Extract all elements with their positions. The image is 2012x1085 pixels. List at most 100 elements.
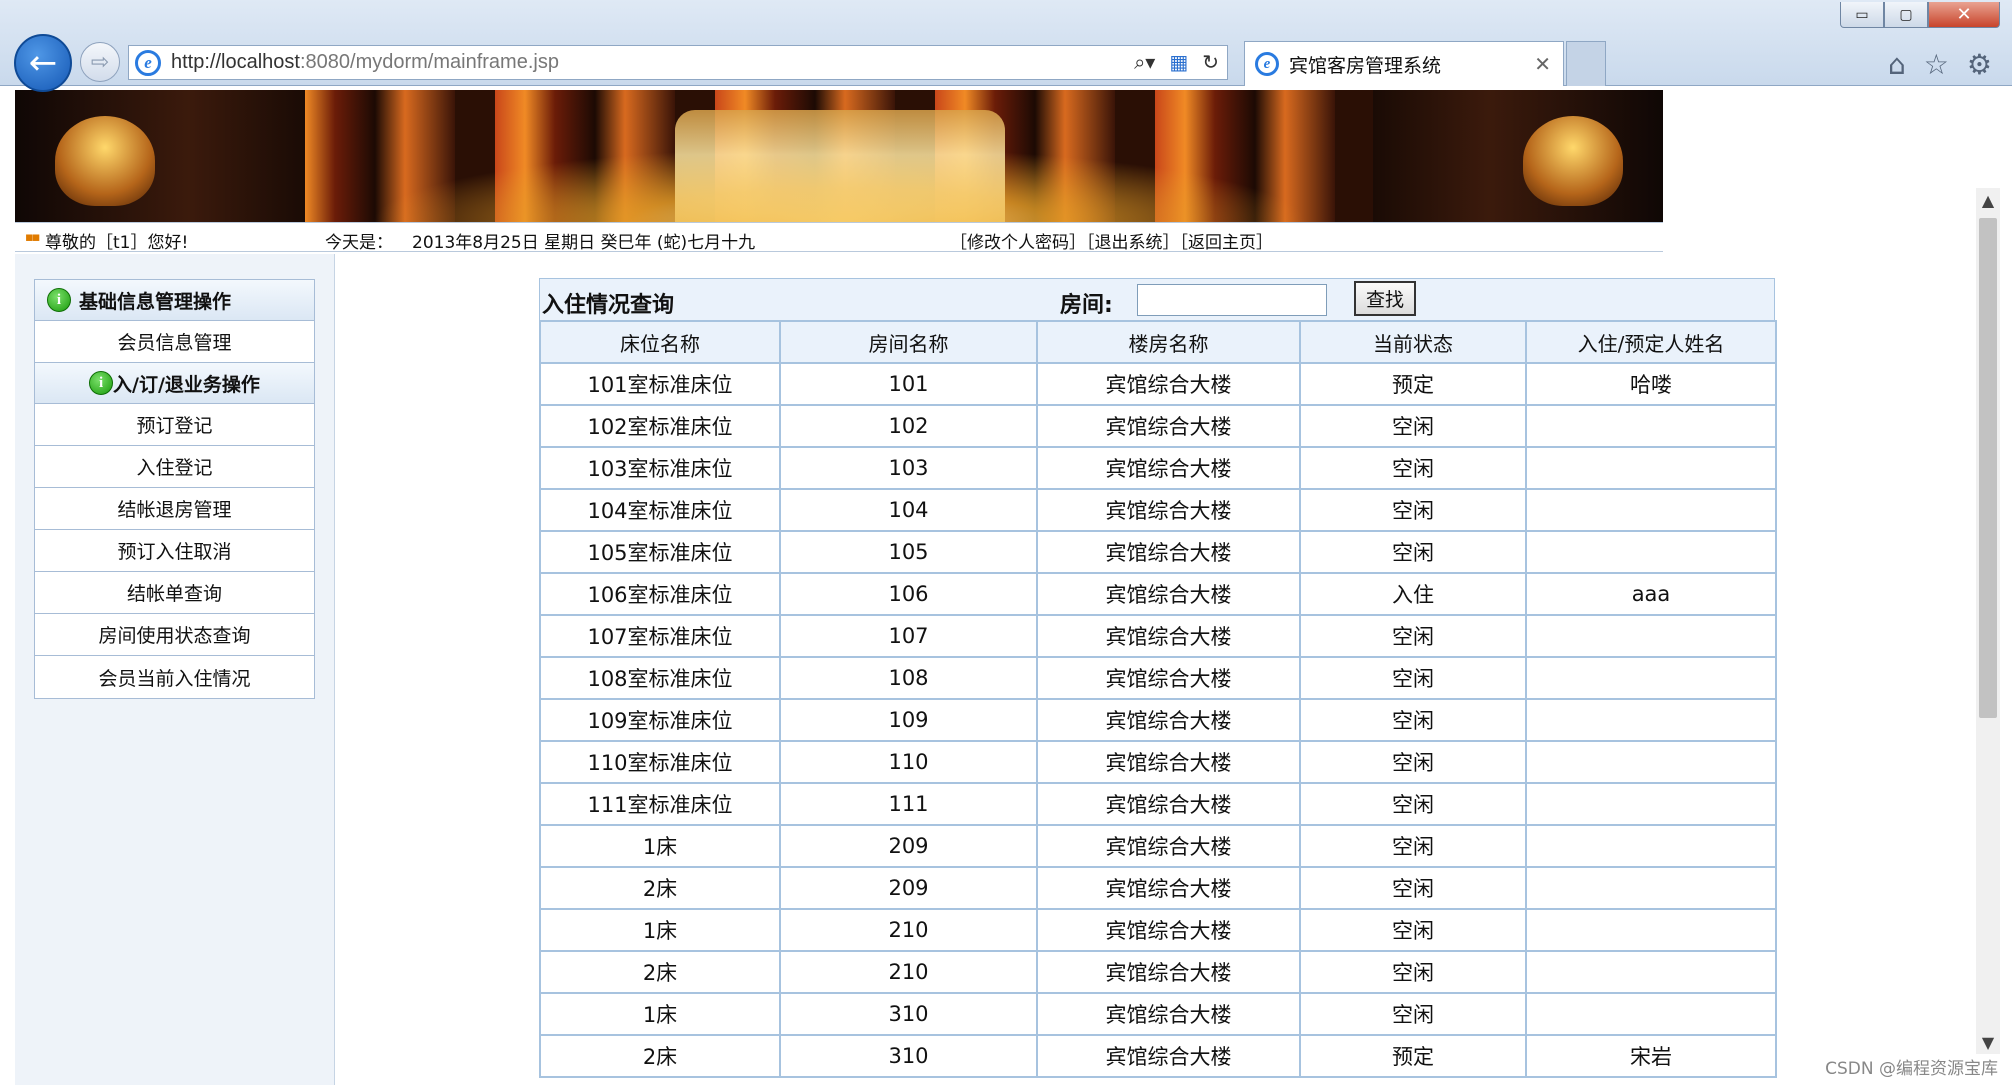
table-cell: 104室标准床位 <box>539 488 781 532</box>
table-row: 1床 310 宾馆综合大楼 空闲 <box>539 992 1777 1036</box>
sidebar-menu: i 基础信息管理操作 会员信息管理 i 入/订/退业务操作 预订登记 入住登记 … <box>34 279 315 699</box>
table-row: 103室标准床位 103 宾馆综合大楼 空闲 <box>539 446 1777 490</box>
sidebar-item-member-stay[interactable]: 会员当前入住情况 <box>35 656 314 698</box>
sidebar-item-reservation[interactable]: 预订登记 <box>35 404 314 446</box>
scroll-thumb[interactable] <box>1979 218 1997 718</box>
table-row: 105室标准床位 105 宾馆综合大楼 空闲 <box>539 530 1777 574</box>
address-url[interactable]: http://localhost:8080/mydorm/mainframe.j… <box>171 51 559 74</box>
info-icon: i <box>89 371 114 395</box>
table-cell: 106 <box>779 572 1038 616</box>
gear-icon[interactable]: ⚙ <box>1967 48 1992 81</box>
back-arrow-icon: ← <box>28 43 58 83</box>
tab-active[interactable]: e 宾馆客房管理系统 ✕ <box>1244 41 1564 86</box>
table-cell: 宾馆综合大楼 <box>1036 446 1301 490</box>
table-row: 104室标准床位 104 宾馆综合大楼 空闲 <box>539 488 1777 532</box>
scroll-down-icon[interactable]: ▼ <box>1976 1030 2000 1054</box>
minimize-button[interactable]: ▭ <box>1840 2 1884 28</box>
table-cell: 宋岩 <box>1525 1034 1777 1078</box>
window-controls: ▭ ▢ ✕ <box>1840 2 2000 28</box>
browser-chrome: ▭ ▢ ✕ ← ⇨ e http://localhost:8080/mydorm… <box>0 0 2012 92</box>
table-cell <box>1525 992 1777 1036</box>
table-cell: 109 <box>779 698 1038 742</box>
close-window-button[interactable]: ✕ <box>1928 2 2000 28</box>
table-cell: 宾馆综合大楼 <box>1036 950 1301 994</box>
table-cell: 预定 <box>1299 1034 1527 1078</box>
table-cell <box>1525 866 1777 910</box>
tab-ie-icon: e <box>1255 52 1279 76</box>
menu-section-label: 入/订/退业务操作 <box>113 373 260 396</box>
column-header: 入住/预定人姓名 <box>1525 320 1777 364</box>
table-cell: 1床 <box>539 992 781 1036</box>
table-cell: 宾馆综合大楼 <box>1036 908 1301 952</box>
maximize-button[interactable]: ▢ <box>1884 2 1928 28</box>
table-cell: 101 <box>779 362 1038 406</box>
table-cell: 108室标准床位 <box>539 656 781 700</box>
table-cell: 103 <box>779 446 1038 490</box>
table-cell: 1床 <box>539 824 781 868</box>
watermark: CSDN @编程资源宝库 <box>1825 1059 1998 1079</box>
table-cell <box>1525 404 1777 448</box>
search-button[interactable]: 查找 <box>1354 281 1416 316</box>
table-cell <box>1525 824 1777 868</box>
table-cell: 102 <box>779 404 1038 448</box>
star-icon[interactable]: ☆ <box>1924 48 1949 81</box>
greeting-text: 尊敬的［t1］您好! <box>45 233 189 253</box>
menu-section-business: i 入/订/退业务操作 <box>35 363 314 404</box>
scroll-up-icon[interactable]: ▲ <box>1976 188 2000 212</box>
table-cell: 空闲 <box>1299 866 1527 910</box>
table-cell: 209 <box>779 824 1038 868</box>
forward-arrow-icon: ⇨ <box>90 49 110 75</box>
new-tab-button[interactable] <box>1566 41 1606 86</box>
sidebar-item-checkin[interactable]: 入住登记 <box>35 446 314 488</box>
table-cell: 空闲 <box>1299 530 1527 574</box>
page-scrollbar[interactable]: ▲ ▼ <box>1976 188 2000 1054</box>
back-button[interactable]: ← <box>14 34 72 92</box>
column-header: 楼房名称 <box>1036 320 1301 364</box>
table-cell: 宾馆综合大楼 <box>1036 614 1301 658</box>
table-row: 111室标准床位 111 宾馆综合大楼 空闲 <box>539 782 1777 826</box>
room-input[interactable] <box>1137 284 1327 316</box>
address-bar[interactable]: e http://localhost:8080/mydorm/mainframe… <box>128 45 1228 80</box>
table-row: 1床 210 宾馆综合大楼 空闲 <box>539 908 1777 952</box>
table-cell: 105 <box>779 530 1038 574</box>
sidebar-item-room-status[interactable]: 房间使用状态查询 <box>35 614 314 656</box>
table-cell: 空闲 <box>1299 446 1527 490</box>
table-cell: 空闲 <box>1299 824 1527 868</box>
table-cell: 209 <box>779 866 1038 910</box>
sidebar-item-bill-query[interactable]: 结帐单查询 <box>35 572 314 614</box>
sidebar-item-member-info[interactable]: 会员信息管理 <box>35 321 314 363</box>
refresh-icon[interactable]: ↻ <box>1202 50 1219 74</box>
table-cell: 空闲 <box>1299 656 1527 700</box>
table-cell: 宾馆综合大楼 <box>1036 1034 1301 1078</box>
table-cell <box>1525 656 1777 700</box>
table-cell: 109室标准床位 <box>539 698 781 742</box>
tab-close-icon[interactable]: ✕ <box>1534 52 1551 76</box>
compat-view-icon[interactable]: ▦ <box>1169 50 1188 74</box>
table-cell: 110 <box>779 740 1038 784</box>
sidebar-item-checkout[interactable]: 结帐退房管理 <box>35 488 314 530</box>
table-cell: 空闲 <box>1299 782 1527 826</box>
banner-arch <box>675 110 1005 222</box>
table-cell <box>1525 530 1777 574</box>
table-cell: 宾馆综合大楼 <box>1036 866 1301 910</box>
forward-button[interactable]: ⇨ <box>80 42 120 82</box>
table-cell: 宾馆综合大楼 <box>1036 698 1301 742</box>
table-cell: 106室标准床位 <box>539 572 781 616</box>
table-cell: 空闲 <box>1299 908 1527 952</box>
table-cell: 102室标准床位 <box>539 404 781 448</box>
table-cell <box>1525 488 1777 532</box>
user-links[interactable]: ［修改个人密码］［退出系统］［返回主页］ <box>950 228 1273 253</box>
table-cell: 111室标准床位 <box>539 782 781 826</box>
search-icon[interactable]: ⌕▾ <box>1134 50 1155 74</box>
table-row: 108室标准床位 108 宾馆综合大楼 空闲 <box>539 656 1777 700</box>
column-header: 当前状态 <box>1299 320 1527 364</box>
table-cell: 310 <box>779 992 1038 1036</box>
sidebar-item-cancel[interactable]: 预订入住取消 <box>35 530 314 572</box>
home-icon[interactable]: ⌂ <box>1888 48 1906 81</box>
table-cell <box>1525 698 1777 742</box>
column-header: 房间名称 <box>779 320 1038 364</box>
table-cell: 宾馆综合大楼 <box>1036 488 1301 532</box>
table-cell: 103室标准床位 <box>539 446 781 490</box>
table-cell: 111 <box>779 782 1038 826</box>
url-path: :8080/mydorm/mainframe.jsp <box>299 51 559 73</box>
